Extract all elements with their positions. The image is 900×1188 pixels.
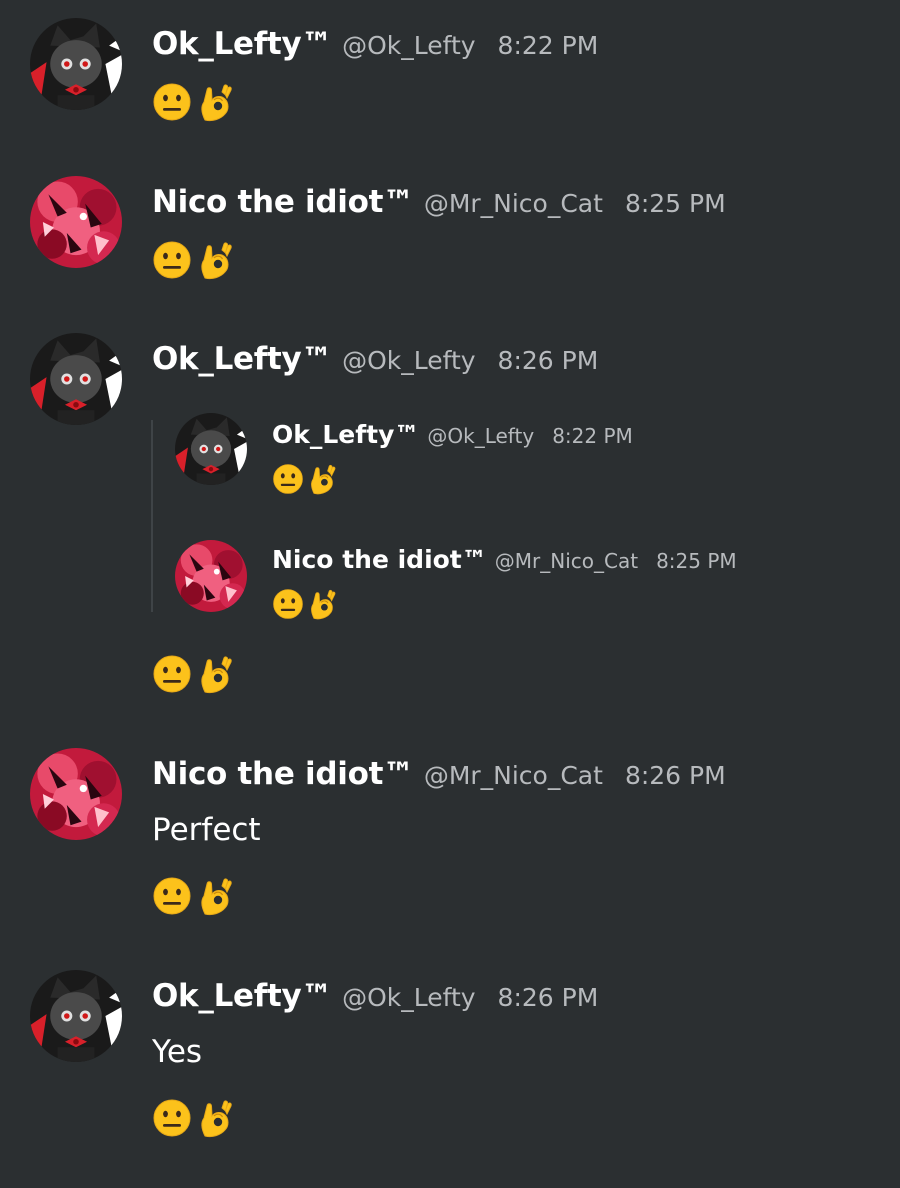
quoted-emoji-row: [272, 588, 338, 620]
timestamp: 8:26 PM: [497, 983, 599, 1012]
emoji-row: [152, 1098, 235, 1138]
timestamp: 8:26 PM: [624, 761, 726, 790]
ok-hand-icon: [195, 82, 235, 122]
neutral-face-icon: [272, 588, 304, 620]
quoted-avatar[interactable]: [175, 540, 247, 612]
username[interactable]: Ok_Lefty™: [152, 341, 332, 377]
neutral-face-icon: [272, 463, 304, 495]
quoted-timestamp: 8:22 PM: [552, 424, 633, 448]
ok-hand-icon: [195, 876, 235, 916]
neutral-face-icon: [152, 82, 192, 122]
avatar[interactable]: [30, 970, 122, 1062]
message-text: Yes: [152, 1034, 203, 1070]
message-header: Ok_Lefty™ @Ok_Lefty 8:22 PM: [152, 26, 598, 62]
quote-bar: [151, 420, 153, 612]
message-header: Nico the idiot™ @Mr_Nico_Cat 8:25 PM: [152, 184, 726, 220]
neutral-face-icon: [152, 654, 192, 694]
ok-hand-icon: [195, 240, 235, 280]
neutral-face-icon: [152, 1098, 192, 1138]
quoted-handle: @Ok_Lefty: [427, 424, 535, 448]
quoted-timestamp: 8:25 PM: [656, 549, 737, 573]
emoji-row: [152, 654, 235, 694]
ok-hand-icon: [195, 654, 235, 694]
avatar[interactable]: [30, 748, 122, 840]
quoted-header: Ok_Lefty™ @Ok_Lefty 8:22 PM: [272, 420, 633, 449]
username[interactable]: Ok_Lefty™: [152, 978, 332, 1014]
user-handle: @Ok_Lefty: [342, 346, 476, 375]
neutral-face-icon: [152, 876, 192, 916]
quoted-username[interactable]: Nico the idiot™: [272, 545, 487, 574]
quoted-header: Nico the idiot™ @Mr_Nico_Cat 8:25 PM: [272, 545, 737, 574]
message-header: Nico the idiot™ @Mr_Nico_Cat 8:26 PM: [152, 756, 726, 792]
timestamp: 8:26 PM: [497, 346, 599, 375]
user-handle: @Mr_Nico_Cat: [423, 189, 603, 218]
emoji-row: [152, 240, 235, 280]
neutral-face-icon: [152, 240, 192, 280]
username[interactable]: Nico the idiot™: [152, 184, 414, 220]
quoted-username[interactable]: Ok_Lefty™: [272, 420, 419, 449]
ok-hand-icon: [306, 463, 338, 495]
timestamp: 8:22 PM: [497, 31, 599, 60]
avatar[interactable]: [30, 333, 122, 425]
quoted-emoji-row: [272, 463, 338, 495]
username[interactable]: Ok_Lefty™: [152, 26, 332, 62]
message-header: Ok_Lefty™ @Ok_Lefty 8:26 PM: [152, 978, 598, 1014]
message-text: Perfect: [152, 812, 261, 848]
timestamp: 8:25 PM: [624, 189, 726, 218]
avatar[interactable]: [30, 176, 122, 268]
avatar[interactable]: [30, 18, 122, 110]
ok-hand-icon: [306, 588, 338, 620]
ok-hand-icon: [195, 1098, 235, 1138]
quoted-handle: @Mr_Nico_Cat: [494, 549, 639, 573]
emoji-row: [152, 82, 235, 122]
quoted-avatar[interactable]: [175, 413, 247, 485]
emoji-row: [152, 876, 235, 916]
user-handle: @Ok_Lefty: [342, 31, 476, 60]
user-handle: @Ok_Lefty: [342, 983, 476, 1012]
username[interactable]: Nico the idiot™: [152, 756, 414, 792]
message-header: Ok_Lefty™ @Ok_Lefty 8:26 PM: [152, 341, 598, 377]
user-handle: @Mr_Nico_Cat: [423, 761, 603, 790]
